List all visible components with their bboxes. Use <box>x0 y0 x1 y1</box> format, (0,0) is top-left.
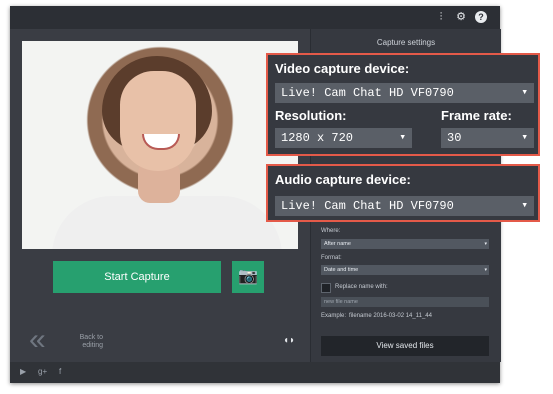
back-arrow-icon: « <box>29 323 46 356</box>
format-select[interactable]: Date and time ▾ <box>321 265 489 275</box>
video-device-select[interactable]: Live! Cam Chat HD VF0790 ▾ <box>275 83 534 103</box>
audio-device-callout: Audio capture device: Live! Cam Chat HD … <box>266 164 540 222</box>
google-plus-icon[interactable]: g+ <box>38 367 47 376</box>
start-capture-button[interactable]: Start Capture <box>53 261 221 293</box>
where-value: After name <box>324 241 351 247</box>
new-file-name-input[interactable]: new file name <box>321 297 489 307</box>
help-icon[interactable]: ? <box>475 11 487 23</box>
video-device-callout: Video capture device: Live! Cam Chat HD … <box>266 53 540 156</box>
gear-icon[interactable]: ⚙ <box>455 11 467 23</box>
chevron-down-icon: ▾ <box>521 87 528 99</box>
where-select[interactable]: After name ▾ <box>321 239 489 249</box>
frame-rate-label: Frame rate: <box>441 108 512 123</box>
resolution-label: Resolution: <box>275 108 347 123</box>
sliders-icon[interactable]: ⫶ <box>435 11 447 23</box>
audio-device-select[interactable]: Live! Cam Chat HD VF0790 ▾ <box>275 196 534 216</box>
frame-rate-value: 30 <box>447 131 462 145</box>
replace-name-checkbox[interactable] <box>321 283 331 293</box>
back-to-editing-button[interactable]: « Back to editing <box>29 323 103 356</box>
back-label: Back to editing <box>79 334 103 349</box>
audio-icon[interactable]: ◖◗ <box>283 335 295 346</box>
person-shoulders <box>52 196 282 249</box>
left-panel: Start Capture 📷 « Back to editing ◖◗ <box>10 29 310 362</box>
chevron-down-icon: ▾ <box>484 241 487 247</box>
example-value: filename 2016-03-02 14_11_44 <box>349 313 432 319</box>
audio-device-title: Audio capture device: <box>275 172 411 187</box>
example-label: Example: <box>321 313 347 319</box>
title-bar: ⫶ ⚙ ? <box>10 6 500 29</box>
footer-bar: ▶ g+ f <box>10 362 500 383</box>
youtube-icon[interactable]: ▶ <box>20 367 26 376</box>
chevron-down-icon: ▾ <box>521 200 528 212</box>
view-saved-files-button[interactable]: View saved files <box>321 336 489 356</box>
resolution-value: 1280 x 720 <box>281 131 354 145</box>
person-face <box>120 71 196 171</box>
video-device-value: Live! Cam Chat HD VF0790 <box>281 86 454 100</box>
chevron-down-icon: ▾ <box>484 267 487 273</box>
facebook-icon[interactable]: f <box>59 367 61 376</box>
video-device-title: Video capture device: <box>275 61 410 76</box>
new-file-placeholder: new file name <box>324 299 358 305</box>
where-label: Where: <box>321 228 341 234</box>
chevron-down-icon: ▾ <box>399 132 406 144</box>
resolution-select[interactable]: 1280 x 720 ▾ <box>275 128 412 148</box>
format-value: Date and time <box>324 267 359 273</box>
frame-rate-select[interactable]: 30 ▾ <box>441 128 534 148</box>
panel-title: Capture settings <box>376 38 436 47</box>
camera-icon: 📷 <box>238 268 258 285</box>
replace-name-label: Replace name with: <box>335 284 388 290</box>
webcam-preview <box>22 41 298 249</box>
audio-device-value: Live! Cam Chat HD VF0790 <box>281 199 454 213</box>
snapshot-button[interactable]: 📷 <box>232 261 264 293</box>
chevron-down-icon: ▾ <box>521 132 528 144</box>
format-label: Format: <box>321 255 342 261</box>
